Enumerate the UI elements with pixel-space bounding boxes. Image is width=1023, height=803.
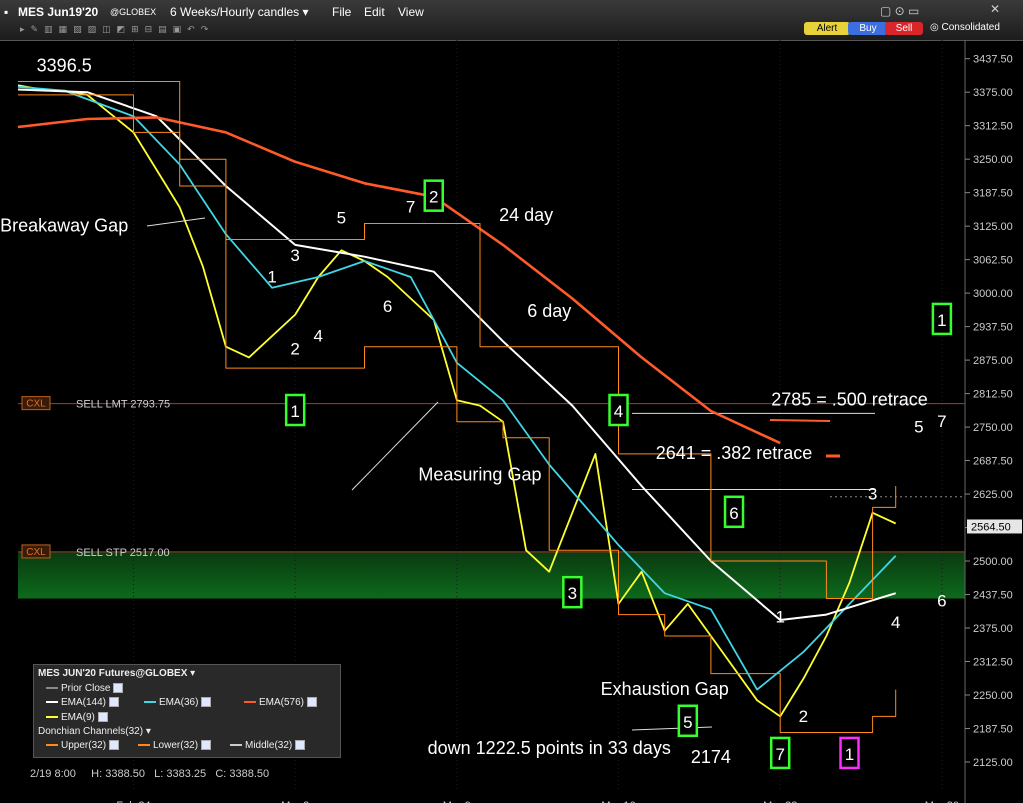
wave-label: 1 <box>845 745 854 764</box>
status-high: H: 3388.50 <box>91 768 145 780</box>
menu-edit[interactable]: Edit <box>364 5 385 19</box>
y-tick-label: 2687.50 <box>973 456 1013 468</box>
y-tick-label: 2812.50 <box>973 389 1013 401</box>
chart-annotation: 6 <box>383 297 392 316</box>
chart-annotation: 3 <box>868 484 877 503</box>
chart-annotation: Breakaway Gap <box>0 216 128 236</box>
wave-label: 5 <box>683 713 692 732</box>
chart-annotation: Exhaustion Gap <box>601 679 729 699</box>
chart-annotation: 2174 <box>691 747 731 767</box>
close-icon[interactable]: ✕ <box>990 2 1000 16</box>
cxl-tag: CXL <box>26 399 46 410</box>
y-tick-label: 2312.50 <box>973 656 1013 668</box>
chart-annotation: 7 <box>406 198 415 217</box>
chart-annotation: 6 <box>937 592 946 611</box>
y-tick-label: 3000.00 <box>973 288 1013 300</box>
chart-annotation: Measuring Gap <box>418 465 541 485</box>
exhaustion-gap-pointer <box>631 726 713 731</box>
ohlc-status: 2/19 8:00 H: 3388.50 L: 3383.25 C: 3388.… <box>30 768 269 780</box>
chart-annotation: 4 <box>314 326 323 345</box>
chart-annotation: 2 <box>799 707 808 726</box>
period-dropdown[interactable]: 6 Weeks/Hourly candles ▾ <box>170 5 309 19</box>
status-low: L: 3383.25 <box>154 768 207 780</box>
y-tick-label: 3375.00 <box>973 87 1013 99</box>
buy-button[interactable]: Buy <box>848 22 888 35</box>
legend-ema36[interactable]: EMA(36) <box>144 697 212 708</box>
chart-legend: MES JUN'20 Futures@GLOBEX ▾ Prior Close … <box>33 664 341 758</box>
ema576-tail <box>769 419 831 422</box>
chart-annotation: 5 <box>337 208 346 227</box>
y-tick-label: 3062.50 <box>973 255 1013 267</box>
chart-annotation: 3396.5 <box>37 55 92 75</box>
wave-label: 2 <box>429 188 438 207</box>
chart-annotation: 5 <box>914 417 923 436</box>
chart-annotation: down 1222.5 points in 33 days <box>428 738 671 758</box>
y-tick-label: 2500.00 <box>973 556 1013 568</box>
chevron-down-icon: ▾ <box>145 726 151 737</box>
order-label: SELL LMT 2793.75 <box>76 399 170 411</box>
chevron-down-icon: ▾ <box>190 668 196 679</box>
chart-annotation: 1 <box>775 608 784 627</box>
legend-lower[interactable]: Lower(32) <box>138 740 212 751</box>
chart-annotation: 24 day <box>499 205 553 225</box>
y-tick-label: 3187.50 <box>973 188 1013 200</box>
breakaway-gap-pointer <box>146 217 206 227</box>
series-ema576 <box>17 116 781 445</box>
y-tick-label: 2250.00 <box>973 690 1013 702</box>
last-price-label: 2564.50 <box>971 521 1011 533</box>
chart-annotation: 1 <box>267 267 276 286</box>
y-tick-label: 2875.00 <box>973 355 1013 367</box>
wave-label: 1 <box>937 311 946 330</box>
legend-ema576[interactable]: EMA(576) <box>244 697 318 708</box>
cxl-tag: CXL <box>26 547 46 558</box>
wave-label: 7 <box>775 745 784 764</box>
wave-label: 3 <box>568 584 577 603</box>
wave-label: 4 <box>614 402 623 421</box>
toolbar-icons[interactable]: ▸✎▥▦▧▨◫◩⊞⊟▤▣↶↷ <box>20 24 214 35</box>
legend-ema144[interactable]: EMA(144) <box>46 697 120 708</box>
y-tick-label: 2750.00 <box>973 422 1013 434</box>
legend-ema9[interactable]: EMA(9) <box>46 712 108 723</box>
chart-annotation: 2785 = .500 retrace <box>771 390 928 410</box>
y-tick-label: 3125.00 <box>973 221 1013 233</box>
exchange-label: @GLOBEX <box>110 7 157 17</box>
sell-button[interactable]: Sell <box>885 22 923 35</box>
y-tick-label: 2125.00 <box>973 757 1013 769</box>
wave-label: 1 <box>290 402 299 421</box>
contract-title[interactable]: MES Jun19'20 <box>18 5 98 19</box>
y-tick-label: 2437.50 <box>973 590 1013 602</box>
menu-view[interactable]: View <box>398 5 424 19</box>
window-controls-icon[interactable]: ▢ ⊙ ▭ <box>880 4 919 18</box>
chart-annotation: 4 <box>891 613 900 632</box>
legend-upper[interactable]: Upper(32) <box>46 740 120 751</box>
chart-annotation: 6 day <box>527 301 571 321</box>
legend-prior-close[interactable]: Prior Close <box>46 683 124 694</box>
chart-annotation: 3 <box>290 246 299 265</box>
legend-middle[interactable]: Middle(32) <box>230 740 306 751</box>
status-close: C: 3388.50 <box>215 768 270 780</box>
legend-title: MES JUN'20 Futures@GLOBEX ▾ <box>38 668 196 679</box>
legend-donchian[interactable]: Donchian Channels(32) ▾ <box>38 726 151 737</box>
wave-label: 6 <box>729 504 738 523</box>
order-label: SELL STP 2517.00 <box>76 547 170 559</box>
y-tick-label: 2937.50 <box>973 322 1013 334</box>
y-tick-label: 3437.50 <box>973 54 1013 66</box>
consolidated-toggle[interactable]: ◎ Consolidated <box>930 22 1000 33</box>
alert-button[interactable]: Alert <box>804 22 850 35</box>
y-tick-label: 2187.50 <box>973 723 1013 735</box>
chart-annotation: 2641 = .382 retrace <box>656 443 813 463</box>
chart-annotation: 2 <box>290 340 299 359</box>
y-tick-label: 3250.00 <box>973 154 1013 166</box>
y-tick-label: 2375.00 <box>973 623 1013 635</box>
chart-annotation: 7 <box>937 412 946 431</box>
toolbar: ▪ MES Jun19'20 @GLOBEX 6 Weeks/Hourly ca… <box>0 0 1023 41</box>
menu-file[interactable]: File <box>332 5 351 19</box>
status-date: 2/19 8:00 <box>30 768 76 780</box>
y-tick-label: 2625.00 <box>973 489 1013 501</box>
y-tick-label: 3312.50 <box>973 121 1013 133</box>
menu-icon[interactable]: ▪ <box>4 5 8 19</box>
